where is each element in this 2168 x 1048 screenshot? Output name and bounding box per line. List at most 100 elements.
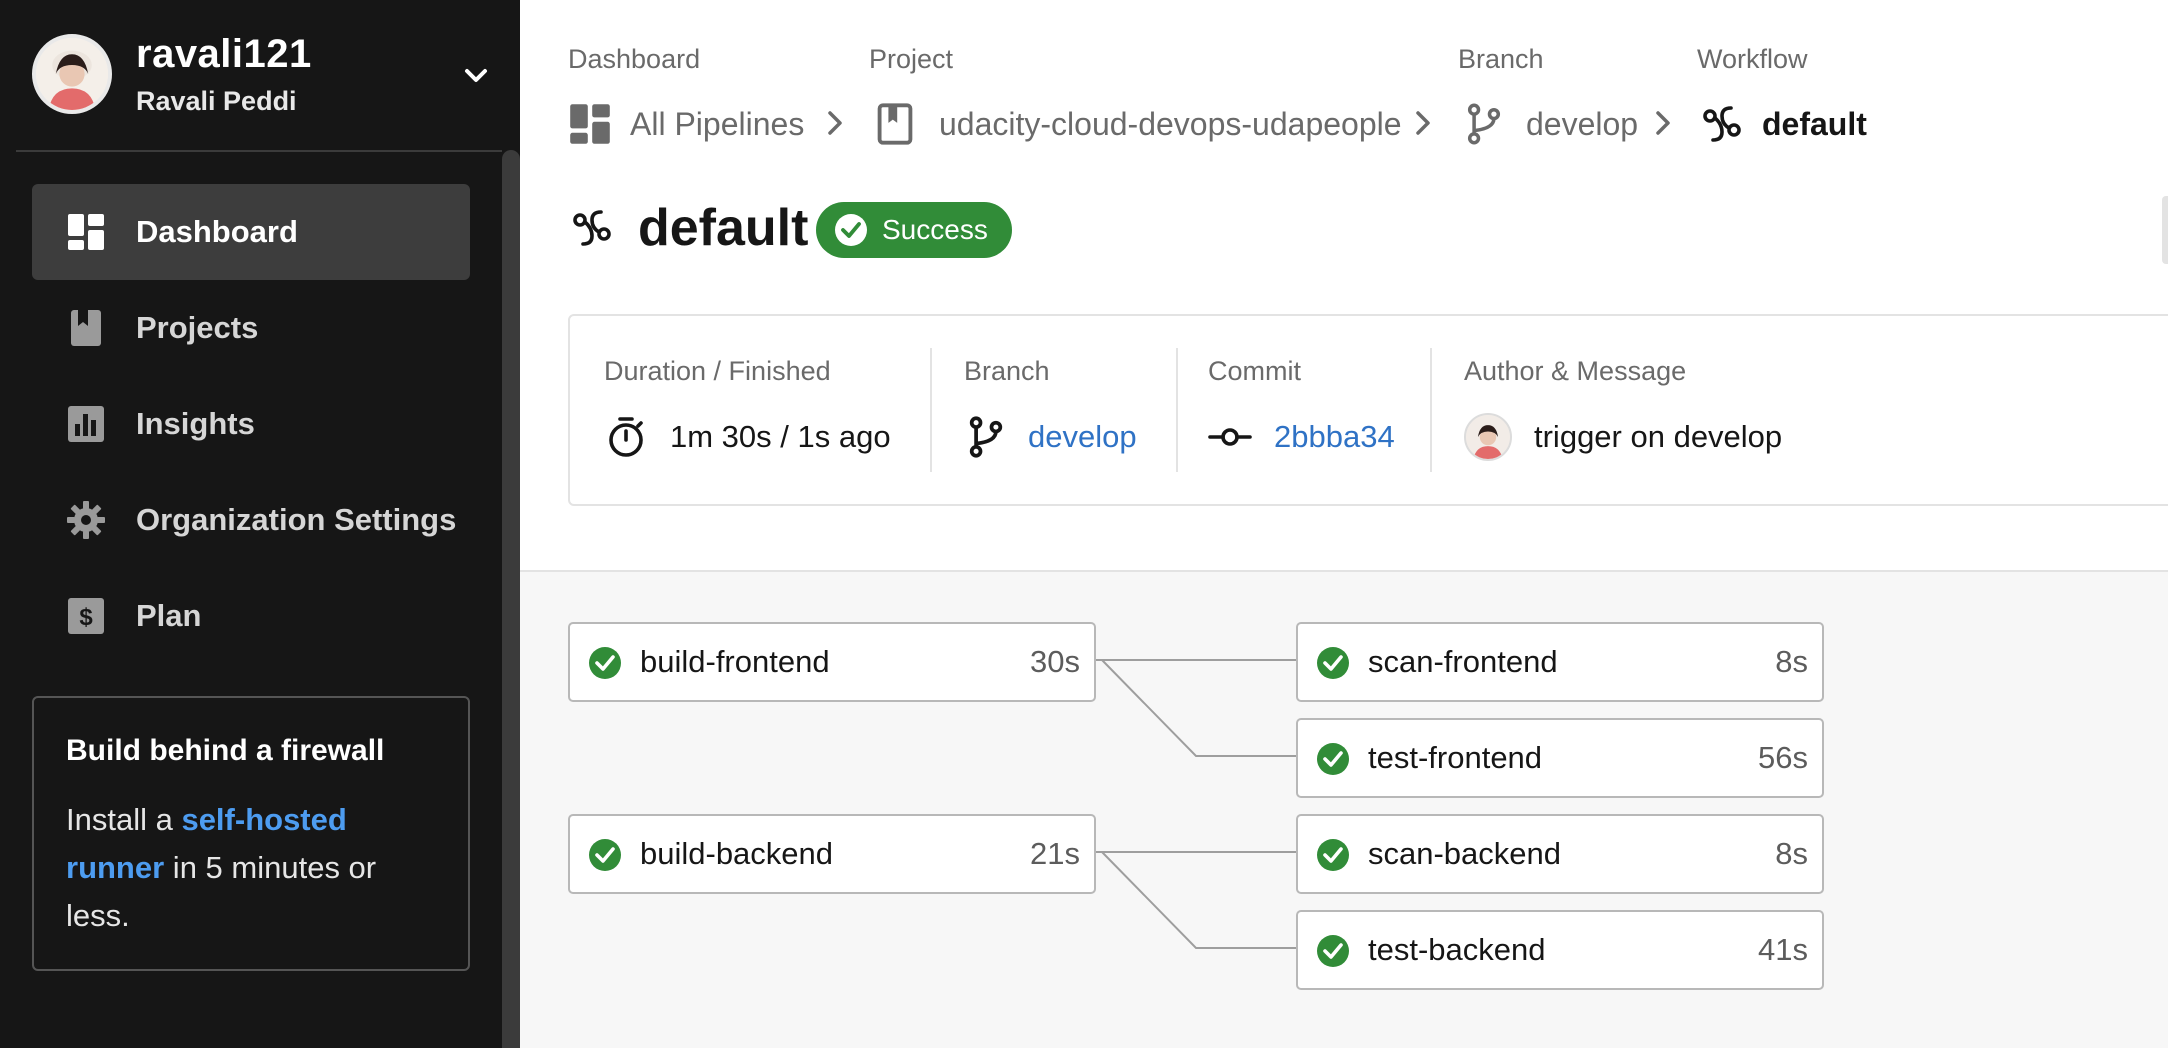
job-name: test-backend xyxy=(1368,932,1546,967)
duration-label: Duration / Finished xyxy=(604,356,831,386)
sidebar-item-label: Insights xyxy=(136,406,255,441)
dashboard-icon xyxy=(68,214,104,250)
job-card-test-backend[interactable]: test-backend 41s xyxy=(1296,910,1824,990)
page-title: default xyxy=(570,196,808,260)
job-duration: 30s xyxy=(1030,644,1080,679)
check-circle-icon xyxy=(589,647,621,679)
breadcrumb-workflow[interactable]: default xyxy=(1700,100,1867,148)
sidebar-item-plan[interactable]: $ Plan xyxy=(32,568,470,664)
jobs-graph: build-frontend 30s scan-frontend 8s test… xyxy=(520,574,2168,1048)
project-icon xyxy=(877,103,913,145)
workflow-header: Dashboard Project Branch Workflow All Pi… xyxy=(520,0,2168,572)
duration-text: 1m 30s / 1s ago xyxy=(670,419,891,454)
user-full-name: Ravali Peddi xyxy=(136,86,297,116)
job-card-build-backend[interactable]: build-backend 21s xyxy=(568,814,1096,894)
job-card-build-frontend[interactable]: build-frontend 30s xyxy=(568,622,1096,702)
check-circle-icon xyxy=(1317,743,1349,775)
commit-link[interactable]: 2bbba34 xyxy=(1274,419,1395,455)
check-circle-icon xyxy=(589,839,621,871)
check-circle-icon xyxy=(1317,935,1349,967)
sidebar-item-label: Dashboard xyxy=(136,214,298,249)
breadcrumb-text: default xyxy=(1762,105,1867,142)
sidebar-item-organization-settings[interactable]: Organization Settings xyxy=(32,472,470,568)
gear-icon xyxy=(67,501,105,539)
commit-icon xyxy=(1208,428,1252,446)
firewall-promo: Build behind a firewall Install a self-h… xyxy=(32,696,470,971)
workflow-info-card: Duration / Finished 1m 30s / 1s ago Bran… xyxy=(568,314,2168,506)
sidebar-item-label: Projects xyxy=(136,310,259,345)
dollar-icon: $ xyxy=(68,598,104,634)
status-text: Success xyxy=(882,214,988,245)
info-divider xyxy=(1176,348,1178,472)
breadcrumb-dashboard-label: Dashboard xyxy=(568,44,701,74)
job-duration: 8s xyxy=(1775,836,1808,871)
status-badge: Success xyxy=(816,202,1012,258)
sidebar-scrollbar[interactable] xyxy=(502,150,520,1048)
svg-text:$: $ xyxy=(79,604,93,631)
timer-icon xyxy=(609,417,643,457)
job-card-scan-backend[interactable]: scan-backend 8s xyxy=(1296,814,1824,894)
sidebar: ravali121 Ravali Peddi Dashboard Project… xyxy=(0,0,520,1048)
check-circle-icon xyxy=(835,214,867,246)
breadcrumb-branch[interactable]: develop xyxy=(1462,100,1638,148)
promo-title: Build behind a firewall xyxy=(66,734,385,767)
breadcrumb-project[interactable]: udacity-cloud-devops-udapeople xyxy=(873,100,1402,148)
breadcrumb-text: udacity-cloud-devops-udapeople xyxy=(939,105,1402,142)
breadcrumb-all-pipelines[interactable]: All Pipelines xyxy=(568,100,804,148)
insights-icon xyxy=(68,406,104,442)
chevron-down-icon[interactable] xyxy=(458,58,494,94)
author-value: trigger on develop xyxy=(1464,410,1782,464)
job-name: test-frontend xyxy=(1368,740,1543,775)
branch-label: Branch xyxy=(964,356,1050,386)
branch-value: develop xyxy=(964,410,1137,464)
sidebar-item-insights[interactable]: Insights xyxy=(32,376,470,472)
check-circle-icon xyxy=(1317,647,1349,679)
job-card-scan-frontend[interactable]: scan-frontend 8s xyxy=(1296,622,1824,702)
commit-value: 2bbba34 xyxy=(1208,410,1395,464)
job-duration: 8s xyxy=(1775,644,1808,679)
check-circle-icon xyxy=(1317,839,1349,871)
commit-message: trigger on develop xyxy=(1534,419,1783,454)
chevron-right-icon xyxy=(1656,111,1670,135)
sidebar-item-label: Plan xyxy=(136,598,202,633)
breadcrumb-branch-label: Branch xyxy=(1458,44,1544,74)
edge-button[interactable] xyxy=(2162,196,2168,264)
user-switcher[interactable]: ravali121 Ravali Peddi xyxy=(32,32,502,150)
workflow-name: default xyxy=(638,199,809,257)
branch-icon xyxy=(1467,103,1501,145)
job-name: build-frontend xyxy=(640,644,830,679)
author-label: Author & Message xyxy=(1464,356,1687,386)
commit-label: Commit xyxy=(1208,356,1301,386)
job-duration: 41s xyxy=(1758,932,1808,967)
job-duration: 56s xyxy=(1758,740,1808,775)
chevron-right-icon xyxy=(828,111,842,135)
breadcrumb-text: develop xyxy=(1526,105,1639,142)
sidebar-divider xyxy=(16,150,502,152)
breadcrumb-workflow-label: Workflow xyxy=(1697,44,1808,74)
avatar xyxy=(32,34,112,114)
job-duration: 21s xyxy=(1030,836,1080,871)
sidebar-item-label: Organization Settings xyxy=(136,502,457,537)
info-divider xyxy=(1430,348,1432,472)
duration-value: 1m 30s / 1s ago xyxy=(604,410,891,464)
sidebar-item-projects[interactable]: Projects xyxy=(32,280,470,376)
breadcrumb-project-label: Project xyxy=(869,44,954,74)
author-avatar xyxy=(1464,413,1512,461)
info-divider xyxy=(930,348,932,472)
branch-link[interactable]: develop xyxy=(1028,419,1137,455)
workflow-icon xyxy=(1703,106,1741,142)
job-name: scan-frontend xyxy=(1368,644,1558,679)
chevron-right-icon xyxy=(1416,111,1430,135)
job-card-test-frontend[interactable]: test-frontend 56s xyxy=(1296,718,1824,798)
workflow-icon xyxy=(573,210,611,246)
promo-text-before: Install a xyxy=(66,802,182,837)
dashboard-icon xyxy=(570,104,610,144)
breadcrumb-text: All Pipelines xyxy=(630,105,805,142)
job-name: build-backend xyxy=(640,836,834,871)
sidebar-item-dashboard[interactable]: Dashboard xyxy=(32,184,470,280)
projects-icon xyxy=(71,310,101,346)
username: ravali121 xyxy=(136,32,312,76)
job-name: scan-backend xyxy=(1368,836,1562,871)
promo-text: Install a self-hosted runner in 5 minute… xyxy=(66,796,436,940)
branch-icon xyxy=(969,416,1003,458)
